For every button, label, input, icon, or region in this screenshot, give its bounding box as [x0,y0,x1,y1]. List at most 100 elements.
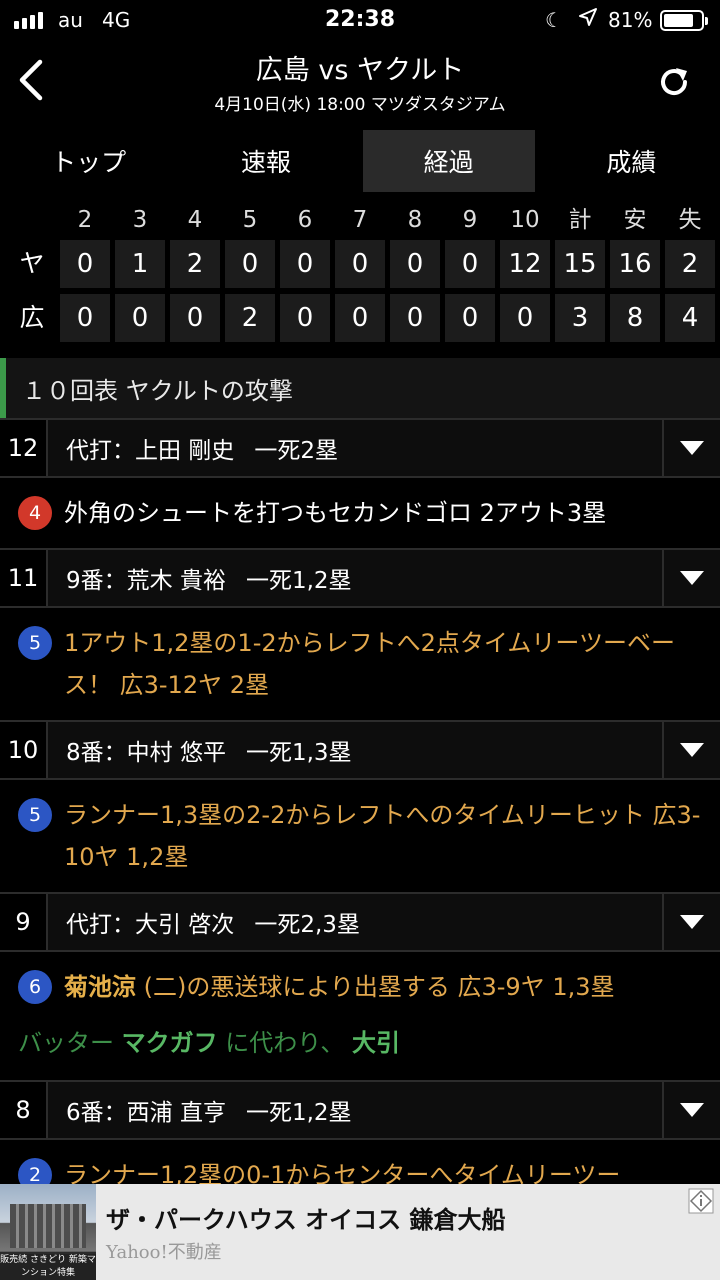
batter-info: 代打：上田 剛史 一死2塁 [48,420,664,476]
team-label: ヤ [19,249,45,278]
inning-header: １０回表 ヤクルトの攻撃 [0,358,720,418]
team-label: 広 [19,303,45,332]
play-text: 1アウト1,2塁の1-2からレフトへ2点タイムリーツーベース！ 広3-12ヤ 2… [64,629,675,699]
score-cell: 0 [280,294,330,342]
score-cell: 0 [445,294,495,342]
play-text: ランナー1,2塁の0-1からセンターへタイムリーツー [64,1161,621,1184]
pitch-count-badge: 2 [18,1158,52,1184]
chevron-down-icon[interactable] [664,722,720,778]
batter-info: 9番：荒木 貴裕 一死1,2塁 [48,550,664,606]
play-result: 5 ランナー1,3塁の2-2からレフトへのタイムリーヒット 広3-10ヤ 1,2塁 [0,780,720,892]
score-cell: 0 [60,240,110,288]
base-state: 一死2,3塁 [254,912,360,938]
batter-name: 9番：荒木 貴裕 [66,568,226,594]
location-icon [579,8,597,26]
sub-middle: に代わり、 [225,1029,345,1057]
score-header: 7 [352,207,368,233]
batter-name: 代打：上田 剛史 [66,438,235,464]
at-bat-number: 11 [0,550,48,606]
chevron-down-icon[interactable] [664,550,720,606]
play-description: (二)の悪送球により出塁する 広3-9ヤ 1,3塁 [136,973,615,1001]
score-header: 4 [187,207,203,233]
score-header: 6 [297,207,313,233]
page-title: 広島 vs ヤクルト [255,55,465,86]
score-cell: 0 [390,294,440,342]
tab-bar: トップ 速報 経過 成績 [0,130,720,192]
score-cell: 0 [500,294,550,342]
play-by-play-feed[interactable]: １０回表 ヤクルトの攻撃 12 代打：上田 剛史 一死2塁 4 外角のシュートを打つもセ… [0,358,720,1184]
sub-out-player: マクガフ [121,1029,218,1057]
score-cell: 2 [665,240,715,288]
score-cell: 0 [170,294,220,342]
batter-row[interactable]: 12 代打：上田 剛史 一死2塁 [0,418,720,478]
tab-3[interactable]: 成績 [543,130,720,192]
player-name: 菊池涼 [64,973,136,1001]
score-header: 5 [242,207,258,233]
score-header: 計 [568,207,592,233]
at-bat-number: 10 [0,722,48,778]
score-cell: 0 [225,240,275,288]
play-result: 6 菊池涼 (二)の悪送球により出塁する 広3-9ヤ 1,3塁 [0,952,720,1022]
play-result: 4 外角のシュートを打つもセカンドゴロ 2アウト3塁 [0,478,720,548]
sub-prefix: バッター [18,1029,114,1057]
battery-percent: 81% [608,8,653,32]
score-cell: 16 [610,240,660,288]
chevron-down-icon[interactable] [664,1082,720,1138]
sub-in-player: 大引 [351,1029,400,1057]
score-cell: 15 [555,240,605,288]
base-state: 一死1,2塁 [245,568,352,594]
batter-name: 6番：西浦 直亨 [66,1100,226,1126]
ad-info-icon[interactable] [688,1188,714,1214]
at-bat-number: 9 [0,894,48,950]
ad-thumbnail-caption: 販売続 さきどり 新築マンション特集 [0,1254,96,1280]
status-bar: au 4G 22:38 ☾ 81% [0,0,720,40]
chevron-down-icon[interactable] [664,420,720,476]
ad-source: Yahoo!不動産 [106,1242,222,1263]
batter-info: 代打：大引 啓次 一死2,3塁 [48,894,664,950]
at-bat-number: 8 [0,1082,48,1138]
score-cell: 0 [335,240,385,288]
ad-banner[interactable]: 販売続 さきどり 新築マンション特集 ザ・パークハウス オイコス 鎌倉大船 Ya… [0,1184,720,1280]
score-cell: 1 [115,240,165,288]
refresh-icon[interactable] [654,62,694,102]
score-cell: 4 [665,294,715,342]
score-cell: 0 [60,294,110,342]
batter-name: 代打：大引 啓次 [66,912,235,938]
batter-info: 6番：西浦 直亨 一死1,2塁 [48,1082,664,1138]
pitch-count-badge: 5 [18,798,52,832]
pitch-count-badge: 6 [18,970,52,1004]
game-info: 4月10日(水) 18:00 マツダスタジアム [214,95,506,115]
score-header: 8 [407,207,423,233]
batter-row[interactable]: 8 6番：西浦 直亨 一死1,2塁 [0,1080,720,1140]
play-result: 5 1アウト1,2塁の1-2からレフトへ2点タイムリーツーベース！ 広3-12ヤ … [0,608,720,720]
score-cell: 2 [225,294,275,342]
score-cell: 0 [115,294,165,342]
tab-2[interactable]: 経過 [362,130,535,192]
tab-0[interactable]: トップ [0,130,177,192]
batter-row[interactable]: 11 9番：荒木 貴裕 一死1,2塁 [0,548,720,608]
score-cell: 3 [555,294,605,342]
play-text: 菊池涼 (二)の悪送球により出塁する 広3-9ヤ 1,3塁 [64,966,702,1008]
ad-thumbnail: 販売続 さきどり 新築マンション特集 [0,1184,96,1280]
ad-title[interactable]: ザ・パークハウス オイコス 鎌倉大船 [106,1200,506,1235]
at-bat-number: 12 [0,420,48,476]
pitch-count-badge: 5 [18,626,52,660]
score-header: 3 [132,207,148,233]
base-state: 一死1,3塁 [245,740,352,766]
batter-info: 8番：中村 悠平 一死1,3塁 [48,722,664,778]
score-cell: 0 [280,240,330,288]
chevron-down-icon[interactable] [664,894,720,950]
play-text: ランナー1,3塁の2-2からレフトへのタイムリーヒット 広3-10ヤ 1,2塁 [64,801,701,871]
play-result: 2 ランナー1,2塁の0-1からセンターへタイムリーツー [0,1140,720,1184]
batter-row[interactable]: 10 8番：中村 悠平 一死1,3塁 [0,720,720,780]
score-cell: 2 [170,240,220,288]
pitch-count-badge: 4 [18,496,52,530]
base-state: 一死1,2塁 [245,1100,352,1126]
batter-row[interactable]: 9 代打：大引 啓次 一死2,3塁 [0,892,720,952]
score-cell: 12 [500,240,550,288]
tab-1[interactable]: 速報 [177,130,354,192]
play-text: 外角のシュートを打つもセカンドゴロ 2アウト3塁 [64,499,607,527]
score-header: 安 [623,207,647,233]
base-state: 一死2塁 [254,438,338,464]
do-not-disturb-icon: ☾ [545,8,563,32]
